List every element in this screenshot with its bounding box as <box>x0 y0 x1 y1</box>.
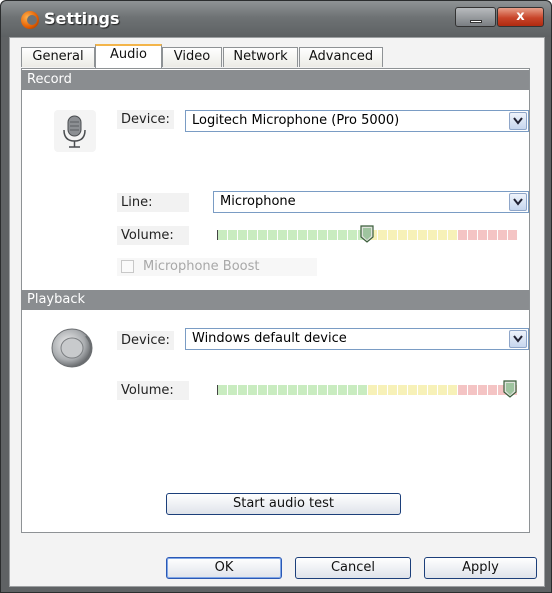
playback-device-value: Windows default device <box>192 331 347 346</box>
meter-segment <box>348 230 357 240</box>
speaker-icon <box>50 326 98 370</box>
meter-segment <box>448 385 457 395</box>
meter-segment <box>398 385 407 395</box>
meter-segment <box>328 230 337 240</box>
meter-segment <box>458 385 467 395</box>
meter-segment <box>438 230 447 240</box>
meter-segment <box>318 230 327 240</box>
meter-segment <box>468 230 477 240</box>
slider-thumb[interactable] <box>360 225 374 243</box>
title-bar[interactable]: Settings x <box>1 1 551 37</box>
line-value: Microphone <box>220 194 296 209</box>
meter-segment <box>338 230 347 240</box>
playback-device-label: Device: <box>117 331 174 350</box>
close-button[interactable]: x <box>497 7 544 27</box>
meter-segment <box>488 230 497 240</box>
meter-segment <box>268 385 277 395</box>
tab-network[interactable]: Network <box>223 47 298 67</box>
meter-segment <box>318 385 327 395</box>
meter-segment <box>258 385 267 395</box>
meter-segment <box>248 230 257 240</box>
meter-segment <box>388 230 397 240</box>
microphone-icon <box>52 108 98 154</box>
meter-segment <box>368 385 377 395</box>
meter-segment <box>378 230 387 240</box>
meter-segment <box>278 230 287 240</box>
meter-segment <box>468 385 477 395</box>
meter-segment <box>398 230 407 240</box>
line-select[interactable]: Microphone <box>213 191 529 213</box>
playback-section-header: Playback <box>21 290 529 310</box>
meter-segment <box>498 230 507 240</box>
playback-volume-label: Volume: <box>117 381 189 400</box>
record-device-select[interactable]: Logitech Microphone (Pro 5000) <box>185 110 529 132</box>
ok-button[interactable]: OK <box>166 557 282 579</box>
window-title: Settings <box>44 9 120 28</box>
start-audio-test-button[interactable]: Start audio test <box>166 493 401 515</box>
meter-segment <box>288 230 297 240</box>
meter-segment <box>248 385 257 395</box>
meter-segment <box>508 230 517 240</box>
meter-segment <box>428 385 437 395</box>
meter-segment <box>298 385 307 395</box>
meter-segment <box>218 230 227 240</box>
meter-segment <box>218 385 227 395</box>
meter-segment <box>238 230 247 240</box>
meter-segment <box>228 230 237 240</box>
meter-segment <box>308 385 317 395</box>
microphone-boost-row: Microphone Boost <box>117 258 317 276</box>
meter-segment <box>328 385 337 395</box>
record-volume-slider[interactable] <box>217 225 517 243</box>
tab-video[interactable]: Video <box>162 47 222 67</box>
slider-track <box>217 385 517 395</box>
microphone-boost-label: Microphone Boost <box>143 259 260 274</box>
chevron-down-icon[interactable] <box>509 330 527 348</box>
meter-segment <box>458 230 467 240</box>
meter-segment <box>418 385 427 395</box>
record-device-label: Device: <box>117 110 174 129</box>
meter-segment <box>228 385 237 395</box>
meter-segment <box>268 230 277 240</box>
record-section-header: Record <box>21 70 529 90</box>
meter-segment <box>358 385 367 395</box>
tab-advanced[interactable]: Advanced <box>299 47 383 67</box>
meter-segment <box>478 230 487 240</box>
meter-segment <box>278 385 287 395</box>
meter-segment <box>348 385 357 395</box>
meter-segment <box>428 230 437 240</box>
meter-segment <box>288 385 297 395</box>
meter-segment <box>478 385 487 395</box>
playback-device-select[interactable]: Windows default device <box>185 328 529 350</box>
minimize-button[interactable] <box>455 7 496 27</box>
line-label: Line: <box>117 193 189 212</box>
meter-segment <box>378 385 387 395</box>
meter-segment <box>438 385 447 395</box>
chevron-down-icon[interactable] <box>509 112 527 130</box>
tab-audio[interactable]: Audio <box>95 44 162 68</box>
meter-segment <box>308 230 317 240</box>
meter-segment <box>408 230 417 240</box>
meter-segment <box>298 230 307 240</box>
meter-segment <box>418 230 427 240</box>
meter-segment <box>448 230 457 240</box>
app-logo-icon <box>21 11 39 29</box>
microphone-boost-checkbox[interactable] <box>121 260 134 273</box>
record-device-value: Logitech Microphone (Pro 5000) <box>192 113 400 128</box>
chevron-down-icon[interactable] <box>509 193 527 211</box>
tab-general[interactable]: General <box>21 47 95 67</box>
meter-segment <box>258 230 267 240</box>
slider-thumb[interactable] <box>503 380 517 398</box>
apply-button[interactable]: Apply <box>424 557 537 579</box>
record-volume-label: Volume: <box>117 226 189 245</box>
meter-segment <box>408 385 417 395</box>
meter-segment <box>338 385 347 395</box>
cancel-button[interactable]: Cancel <box>295 557 411 579</box>
meter-segment <box>488 385 497 395</box>
meter-segment <box>388 385 397 395</box>
meter-segment <box>238 385 247 395</box>
playback-volume-slider[interactable] <box>217 380 517 398</box>
